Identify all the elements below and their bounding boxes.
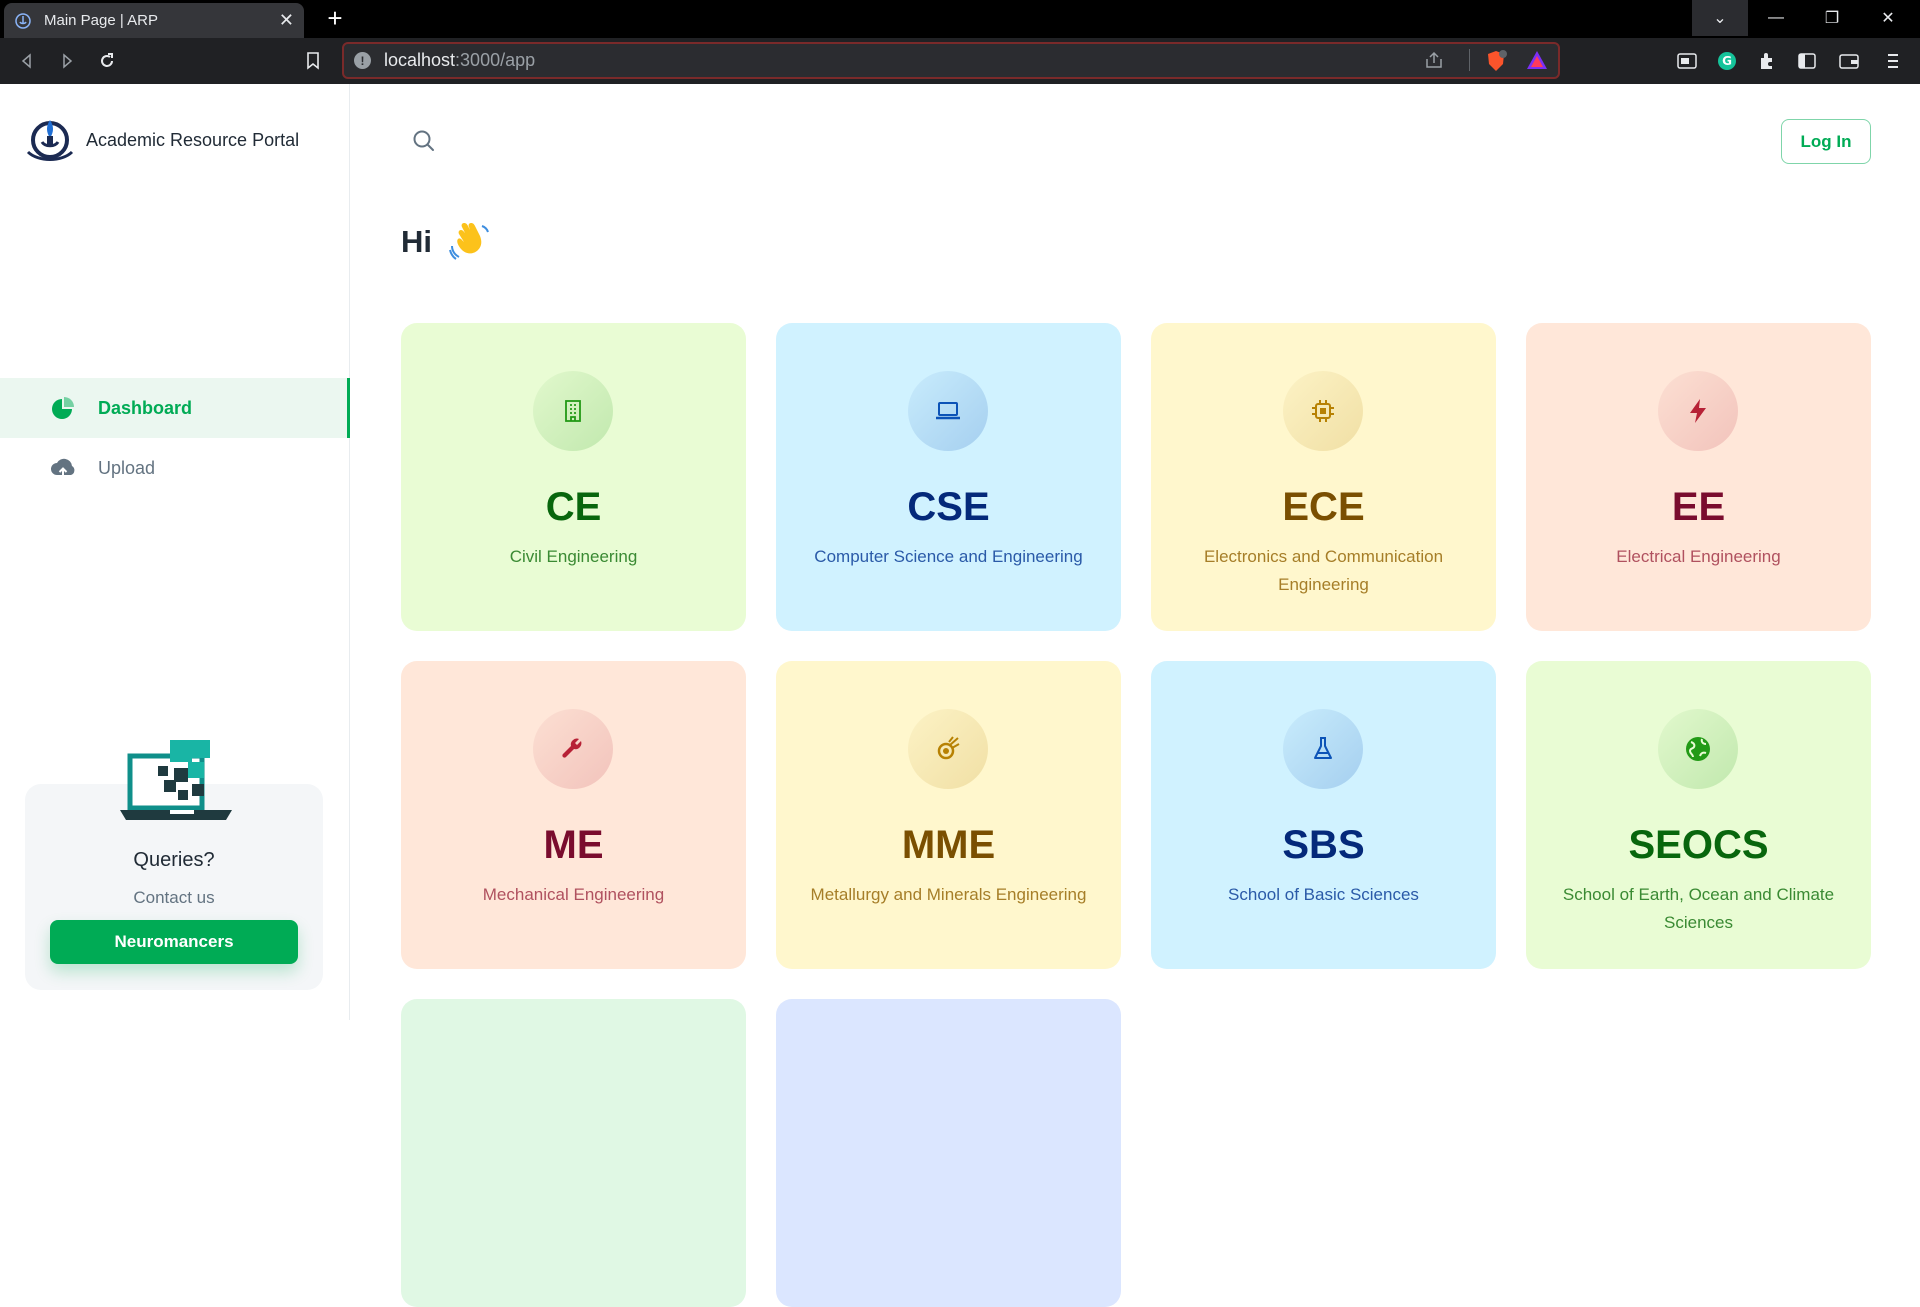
main-content: Log In Hi CE Civil Engineering CSE Compu…	[351, 84, 1920, 1307]
department-name: Computer Science and Engineering	[814, 547, 1083, 566]
icon-circle	[533, 709, 613, 789]
chip-icon	[1312, 400, 1334, 422]
browser-toolbar: ! localhost:3000/app G	[0, 38, 1920, 84]
favicon-icon	[14, 12, 32, 30]
department-name: School of Earth, Ocean and Climate Scien…	[1562, 885, 1835, 932]
department-card-sbs[interactable]: SBS School of Basic Sciences	[1151, 661, 1496, 969]
bookmark-icon[interactable]	[298, 46, 328, 76]
department-abbr: CE	[545, 485, 602, 529]
contact-button[interactable]: Neuromancers	[50, 920, 298, 964]
restore-icon[interactable]: ❐	[1804, 0, 1860, 36]
address-bar[interactable]: ! localhost:3000/app	[342, 42, 1560, 79]
fire-icon	[937, 736, 960, 760]
extensions-icon[interactable]	[1752, 46, 1782, 76]
department-abbr: EE	[1671, 485, 1726, 529]
forward-icon[interactable]	[52, 46, 82, 76]
department-card-ee[interactable]: EE Electrical Engineering	[1526, 323, 1871, 631]
sidebar-item-label: Upload	[98, 457, 156, 478]
browser-tab[interactable]: Main Page | ARP ✕	[4, 3, 304, 38]
browser-tab-bar: Main Page | ARP ✕ + ⌄ — ❐ ✕	[0, 0, 1920, 38]
sidebar-item-upload[interactable]: Upload	[0, 438, 350, 498]
department-card-mme[interactable]: MME Metallurgy and Minerals Engineering	[776, 661, 1121, 969]
department-abbr: CSE	[907, 485, 990, 529]
minimize-icon[interactable]: —	[1748, 0, 1804, 36]
icon-circle	[908, 709, 988, 789]
laptop-icon	[936, 402, 960, 420]
department-card-me[interactable]: ME Mechanical Engineering	[401, 661, 746, 969]
department-name: Metallurgy and Minerals Engineering	[810, 885, 1087, 904]
sidebar-item-dashboard[interactable]: Dashboard	[0, 378, 350, 438]
logo-icon	[26, 120, 74, 161]
menu-icon[interactable]	[1878, 46, 1908, 76]
department-card-ce[interactable]: CE Civil Engineering	[401, 323, 746, 631]
department-name: School of Basic Sciences	[1228, 885, 1419, 904]
divider	[1469, 49, 1470, 71]
sidebar: Academic Resource Portal Dashboard Uploa…	[0, 84, 350, 1020]
lightning-icon	[1690, 399, 1706, 423]
icon-circle	[1658, 709, 1738, 789]
help-title: Queries?	[133, 849, 215, 871]
sidebar-toggle-icon[interactable]	[1792, 46, 1822, 76]
icon-circle	[1658, 371, 1738, 451]
waving-hand-icon	[449, 223, 489, 260]
brand-logo[interactable]: Academic Resource Portal	[24, 114, 299, 166]
tab-search-icon[interactable]: ⌄	[1692, 0, 1748, 36]
department-name: Civil Engineering	[509, 547, 638, 566]
wallet-icon[interactable]	[1834, 46, 1864, 76]
reader-mode-icon[interactable]	[1672, 46, 1702, 76]
sidebar-item-label: Dashboard	[98, 397, 193, 418]
department-abbr: ME	[543, 823, 604, 867]
share-icon[interactable]	[1424, 51, 1444, 74]
department-name: Mechanical Engineering	[482, 885, 665, 904]
laptop-illustration-icon	[120, 740, 232, 820]
site-info-icon[interactable]: !	[354, 52, 371, 69]
icon-circle	[1283, 371, 1363, 451]
building-icon	[565, 400, 581, 422]
close-window-icon[interactable]: ✕	[1860, 0, 1916, 36]
department-name: Electronics and Communication Engineerin…	[1203, 547, 1444, 594]
globe-icon	[1686, 737, 1710, 761]
department-abbr: SEOCS	[1628, 823, 1769, 867]
greeting-heading: Hi	[401, 220, 492, 264]
department-card-partial[interactable]	[776, 999, 1121, 1307]
icon-circle	[533, 371, 613, 451]
reload-icon[interactable]	[92, 46, 122, 76]
department-card-cse[interactable]: CSE Computer Science and Engineering	[776, 323, 1121, 631]
brave-shield-icon[interactable]	[1484, 49, 1508, 78]
cloud-upload-icon	[50, 455, 76, 481]
url-path: :3000/app	[455, 50, 536, 70]
department-card-partial[interactable]	[401, 999, 746, 1307]
close-tab-icon[interactable]: ✕	[279, 10, 294, 31]
grammarly-icon[interactable]: G	[1712, 46, 1742, 76]
search-icon[interactable]	[411, 128, 437, 154]
login-button[interactable]: Log In	[1781, 119, 1871, 164]
help-subtitle: Contact us	[133, 888, 215, 907]
department-name: Electrical Engineering	[1616, 547, 1781, 566]
department-abbr: MME	[901, 823, 996, 867]
back-icon[interactable]	[12, 46, 42, 76]
wrench-icon	[562, 738, 582, 758]
department-abbr: SBS	[1282, 823, 1365, 867]
brand-name: Academic Resource Portal	[86, 129, 300, 150]
department-card-seocs[interactable]: SEOCS School of Earth, Ocean and Climate…	[1526, 661, 1871, 969]
greeting-text: Hi	[401, 224, 432, 259]
new-tab-icon[interactable]: +	[320, 3, 350, 33]
url-host: localhost	[384, 50, 456, 70]
icon-circle	[1283, 709, 1363, 789]
brave-rewards-icon[interactable]	[1526, 50, 1548, 75]
flask-icon	[1314, 737, 1332, 759]
department-abbr: ECE	[1282, 485, 1365, 529]
icon-circle	[908, 371, 988, 451]
svg-text:G: G	[1722, 54, 1732, 68]
pie-chart-icon	[50, 395, 76, 421]
department-card-ece[interactable]: ECE Electronics and Communication Engine…	[1151, 323, 1496, 631]
tab-title: Main Page | ARP	[44, 12, 158, 29]
